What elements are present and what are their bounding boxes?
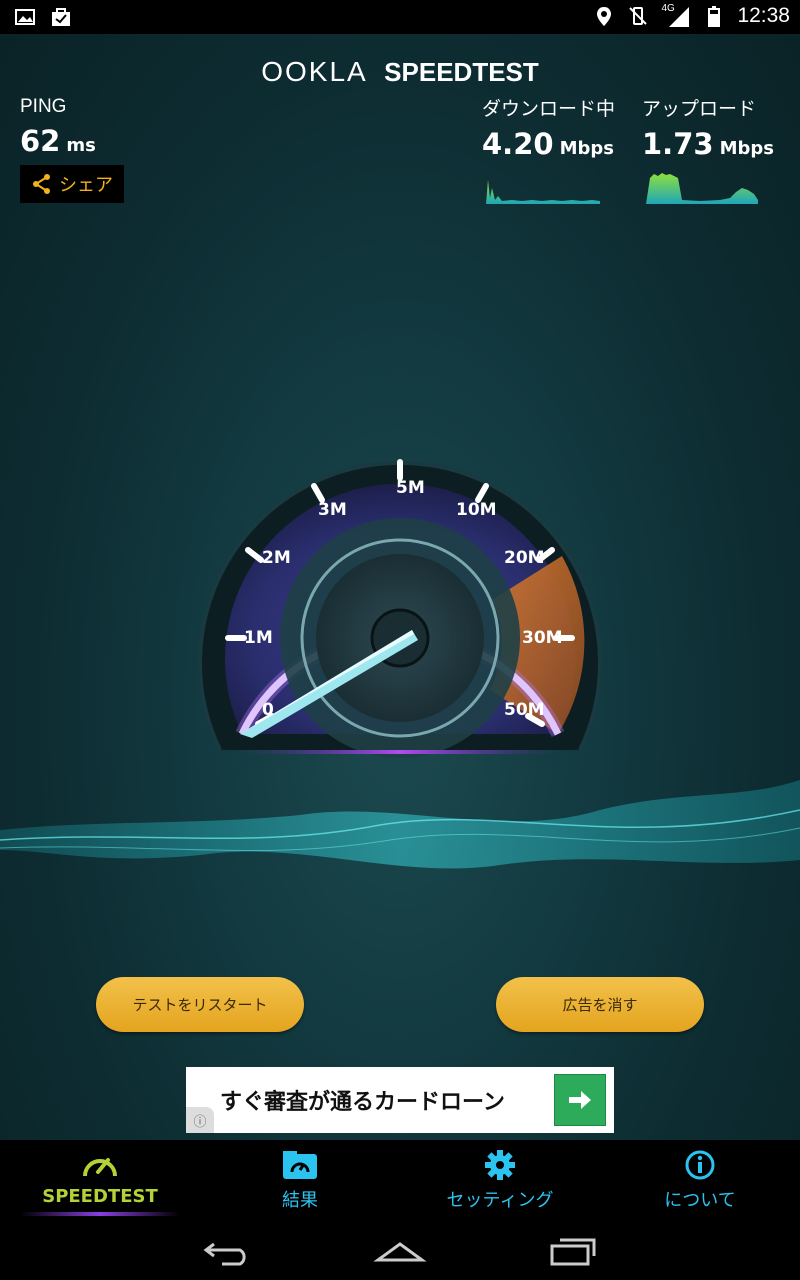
download-panel: ダウンロード中 4.20 Mbps [482, 94, 615, 161]
app-logo: OOKLA SPEEDTEST [0, 56, 800, 88]
nav-results[interactable]: 結果 [200, 1150, 400, 1212]
gauge-label-20m: 20M [504, 548, 545, 568]
bag-icon [52, 8, 70, 26]
share-icon [33, 174, 50, 194]
ad-banner[interactable]: すぐ審査が通るカードローン ⓘ [186, 1067, 614, 1133]
nav-about[interactable]: について [600, 1150, 800, 1212]
gauge-label-3m: 3M [318, 500, 347, 520]
ping-value: 62 [20, 124, 61, 158]
upload-panel: アップロード 1.73 Mbps [642, 94, 774, 161]
ad-text: すぐ審査が通るカードローン [220, 1090, 505, 1115]
download-label: ダウンロード中 [482, 99, 616, 120]
image-icon [15, 9, 35, 25]
gauge-label-50m: 50M [504, 700, 545, 720]
status-bar: 4G 12:38 [0, 0, 800, 34]
download-value: 4.20 [482, 127, 554, 161]
gear-icon [485, 1150, 515, 1180]
nav-speedtest[interactable]: SPEEDTEST [0, 1150, 200, 1207]
nav-speedtest-label: SPEEDTEST [42, 1186, 158, 1207]
nav-about-label: について [664, 1190, 736, 1211]
vibrate-icon [629, 7, 648, 25]
ping-label: PING [20, 96, 67, 117]
arrow-right-icon [569, 1091, 591, 1109]
upload-unit: Mbps [719, 138, 774, 159]
share-label: シェア [59, 175, 113, 196]
speedometer-icon [83, 1158, 117, 1177]
restart-test-button[interactable]: テストをリスタート [96, 977, 304, 1032]
gauge-label-1m: 1M [244, 628, 273, 648]
remove-ads-button[interactable]: 広告を消す [496, 977, 704, 1032]
clock: 12:38 [737, 4, 790, 27]
download-unit: Mbps [559, 138, 614, 159]
gauge-label-30m: 30M [522, 628, 563, 648]
nav-settings[interactable]: セッティング [400, 1150, 600, 1212]
recent-apps-icon[interactable] [542, 1236, 602, 1266]
signal-icon: 4G [661, 3, 691, 27]
speed-gauge [198, 459, 602, 758]
info-icon [685, 1150, 715, 1180]
ping-panel: PING 62 ms [20, 96, 96, 158]
ad-arrow-button[interactable] [554, 1074, 606, 1126]
system-nav-bar [0, 1222, 800, 1280]
gauge-label-10m: 10M [456, 500, 497, 520]
share-button[interactable]: シェア [20, 165, 124, 203]
location-icon [597, 7, 612, 26]
ad-info-icon[interactable]: ⓘ [186, 1107, 214, 1133]
ping-unit: ms [66, 135, 96, 156]
results-icon [283, 1151, 317, 1179]
upload-label: アップロード [642, 99, 757, 120]
home-icon[interactable] [370, 1236, 430, 1266]
active-tab-indicator [20, 1212, 180, 1216]
upload-value-row: 1.73 Mbps [642, 127, 774, 161]
upload-sparkline [640, 173, 758, 204]
ping-value-row: 62 ms [20, 124, 96, 158]
nav-settings-label: セッティング [446, 1190, 554, 1211]
gauge-label-5m: 5M [396, 478, 425, 498]
gauge-label-2m: 2M [262, 548, 291, 568]
back-icon[interactable] [198, 1236, 258, 1266]
bottom-nav: SPEEDTEST 結果 セッティング について [0, 1140, 800, 1222]
download-sparkline [482, 180, 600, 204]
download-value-row: 4.20 Mbps [482, 127, 615, 161]
ookla-logo-text: OOKLA [261, 56, 368, 87]
upload-value: 1.73 [642, 127, 714, 161]
gauge-label-0: 0 [262, 700, 274, 720]
wave-decoration [0, 780, 800, 869]
speedtest-logo-text: SPEEDTEST [384, 57, 539, 87]
nav-results-label: 結果 [282, 1190, 318, 1211]
battery-icon [708, 6, 721, 27]
